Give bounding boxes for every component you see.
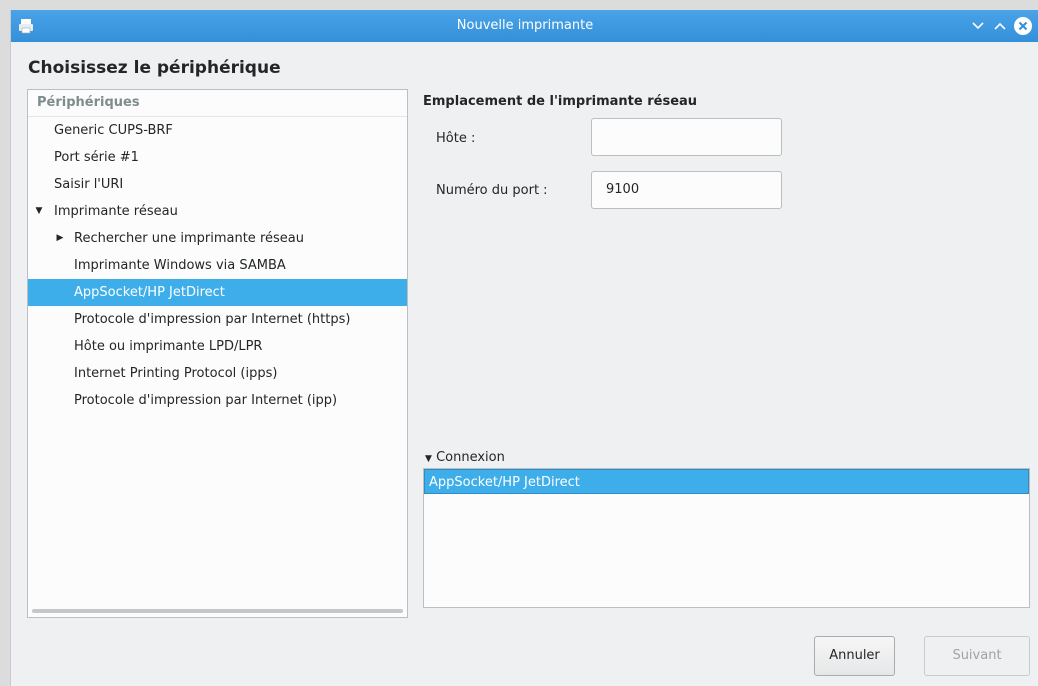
horizontal-scrollbar[interactable] — [32, 609, 403, 613]
tree-item[interactable]: Port série #1 — [28, 144, 407, 171]
tree-item-label: Protocole d'impression par Internet (ipp… — [74, 393, 338, 408]
tree-item[interactable]: Generic CUPS-BRF — [28, 117, 407, 144]
connection-expander[interactable]: ▼ Connexion — [425, 450, 505, 465]
tree-item[interactable]: AppSocket/HP JetDirect — [28, 279, 407, 306]
tree-item-label: Imprimante réseau — [54, 204, 178, 219]
triangle-down-icon: ▼ — [425, 454, 432, 464]
tree-item-label: Saisir l'URI — [54, 177, 124, 192]
tree-item[interactable]: ▼ Imprimante réseau — [28, 198, 407, 225]
new-printer-window: Nouvelle imprimante Choisissez le périph… — [10, 10, 1038, 686]
tree-item-label: Imprimante Windows via SAMBA — [74, 258, 286, 273]
port-input[interactable]: 9100 — [591, 171, 782, 209]
tree-item-label: Internet Printing Protocol (ipps) — [74, 366, 278, 381]
tree-item[interactable]: Protocole d'impression par Internet (ipp… — [28, 387, 407, 414]
tree-item-label: Rechercher une imprimante réseau — [74, 231, 304, 246]
page-heading: Choisissez le périphérique — [28, 58, 281, 78]
connection-label: Connexion — [436, 450, 505, 465]
chevron-up-icon[interactable] — [990, 16, 1010, 36]
window-title: Nouvelle imprimante — [456, 18, 594, 33]
tree-item[interactable]: ▶ Rechercher une imprimante réseau — [28, 225, 407, 252]
triangle-right-icon[interactable]: ▶ — [54, 225, 66, 252]
tree-item[interactable]: Hôte ou imprimante LPD/LPR — [28, 333, 407, 360]
tree-item[interactable]: Saisir l'URI — [28, 171, 407, 198]
device-tree[interactable]: Périphériques Generic CUPS-BRF Port série… — [27, 89, 408, 618]
tree-item[interactable]: Protocole d'impression par Internet (htt… — [28, 306, 407, 333]
cancel-button[interactable]: Annuler — [814, 636, 895, 676]
triangle-down-icon[interactable]: ▼ — [33, 198, 45, 225]
tree-item-label: AppSocket/HP JetDirect — [74, 285, 225, 300]
tree-item[interactable]: Imprimante Windows via SAMBA — [28, 252, 407, 279]
title-bar[interactable]: Nouvelle imprimante — [11, 10, 1038, 42]
host-input[interactable] — [591, 118, 782, 156]
port-label: Numéro du port : — [436, 183, 548, 198]
tree-column-header[interactable]: Périphériques — [28, 90, 407, 117]
tree-item-label: Generic CUPS-BRF — [54, 123, 173, 138]
tree-item[interactable]: Internet Printing Protocol (ipps) — [28, 360, 407, 387]
network-location-title: Emplacement de l'imprimante réseau — [423, 94, 698, 109]
next-button[interactable]: Suivant — [924, 636, 1030, 676]
chevron-down-icon[interactable] — [968, 16, 988, 36]
connection-list[interactable]: AppSocket/HP JetDirect — [423, 468, 1030, 608]
close-icon[interactable] — [1013, 16, 1033, 36]
tree-item-label: Protocole d'impression par Internet (htt… — [74, 312, 351, 327]
tree-item-label: Port série #1 — [54, 150, 139, 165]
tree-item-label: Hôte ou imprimante LPD/LPR — [74, 339, 263, 354]
host-label: Hôte : — [436, 131, 476, 146]
connection-item[interactable]: AppSocket/HP JetDirect — [424, 469, 1029, 494]
